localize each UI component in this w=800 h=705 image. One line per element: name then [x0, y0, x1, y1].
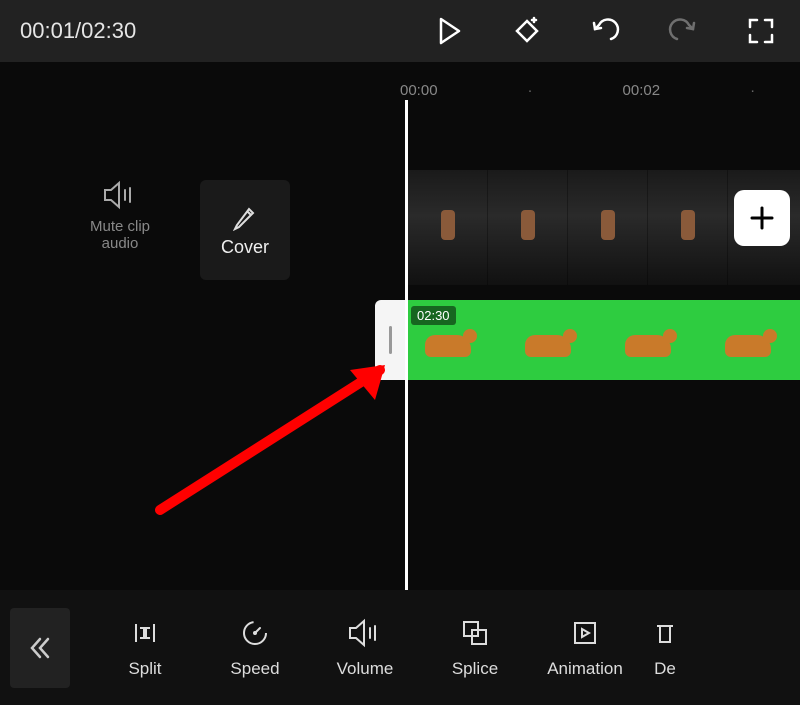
clip-handle-left[interactable]: [375, 300, 405, 380]
tool-label: Volume: [337, 659, 394, 679]
ruler-tick: 00:00: [400, 82, 438, 99]
mute-label: Mute clipaudio: [80, 218, 160, 252]
volume-tool[interactable]: Volume: [310, 617, 420, 679]
overlay-track[interactable]: 02:30: [375, 300, 800, 380]
play-button[interactable]: [430, 12, 468, 50]
split-tool[interactable]: Split: [90, 617, 200, 679]
chevron-left-double-icon: [27, 635, 53, 661]
top-bar: 00:01/02:30: [0, 0, 800, 62]
bottom-toolbar: Split Speed Volume Splice Animation De: [0, 590, 800, 705]
fullscreen-button[interactable]: [742, 12, 780, 50]
clip-thumbnail: [505, 315, 605, 365]
tool-label: Speed: [230, 659, 279, 679]
plus-icon: [747, 203, 777, 233]
keyframe-add-icon: [511, 15, 543, 47]
speaker-icon: [103, 180, 137, 210]
tool-label: Animation: [547, 659, 623, 679]
speed-icon: [240, 618, 270, 648]
splice-tool[interactable]: Splice: [420, 617, 530, 679]
clip-thumbnail: [705, 315, 800, 365]
mute-clip-audio-button[interactable]: Mute clipaudio: [80, 180, 160, 252]
clip-thumbnail: [605, 315, 705, 365]
split-icon: [130, 618, 160, 648]
tool-label: Splice: [452, 659, 498, 679]
video-frame: [648, 170, 728, 285]
tool-label: De: [654, 659, 676, 679]
add-clip-button[interactable]: [734, 190, 790, 246]
ruler-dot: ·: [528, 82, 533, 99]
annotation-arrow: [150, 350, 410, 520]
video-frame: [408, 170, 488, 285]
keyframe-button[interactable]: [508, 12, 546, 50]
undo-icon: [589, 15, 621, 47]
animation-icon: [570, 618, 600, 648]
edit-icon: [231, 203, 259, 231]
cover-label: Cover: [221, 237, 269, 258]
playback-controls: [430, 12, 780, 50]
time-display: 00:01/02:30: [20, 18, 430, 44]
splice-icon: [460, 618, 490, 648]
tool-label: Split: [128, 659, 161, 679]
green-screen-clip[interactable]: 02:30: [405, 300, 800, 380]
play-icon: [433, 15, 465, 47]
speed-tool[interactable]: Speed: [200, 617, 310, 679]
timeline-editor: Mute clipaudio Cover 02:30: [0, 110, 800, 590]
expand-icon: [745, 15, 777, 47]
delete-tool[interactable]: De: [640, 617, 690, 679]
ruler-tick: 00:02: [623, 82, 661, 99]
clip-thumbnail: [405, 315, 505, 365]
back-button[interactable]: [10, 608, 70, 688]
trash-icon: [655, 618, 675, 648]
redo-button[interactable]: [664, 12, 702, 50]
video-frame: [568, 170, 648, 285]
playhead[interactable]: [405, 100, 408, 590]
volume-icon: [348, 618, 382, 648]
timeline-ruler[interactable]: 00:00 · 00:02 ·: [0, 70, 800, 110]
undo-button[interactable]: [586, 12, 624, 50]
cover-button[interactable]: Cover: [200, 180, 290, 280]
animation-tool[interactable]: Animation: [530, 617, 640, 679]
redo-icon: [667, 15, 699, 47]
video-frame: [488, 170, 568, 285]
ruler-dot: ·: [750, 82, 755, 99]
